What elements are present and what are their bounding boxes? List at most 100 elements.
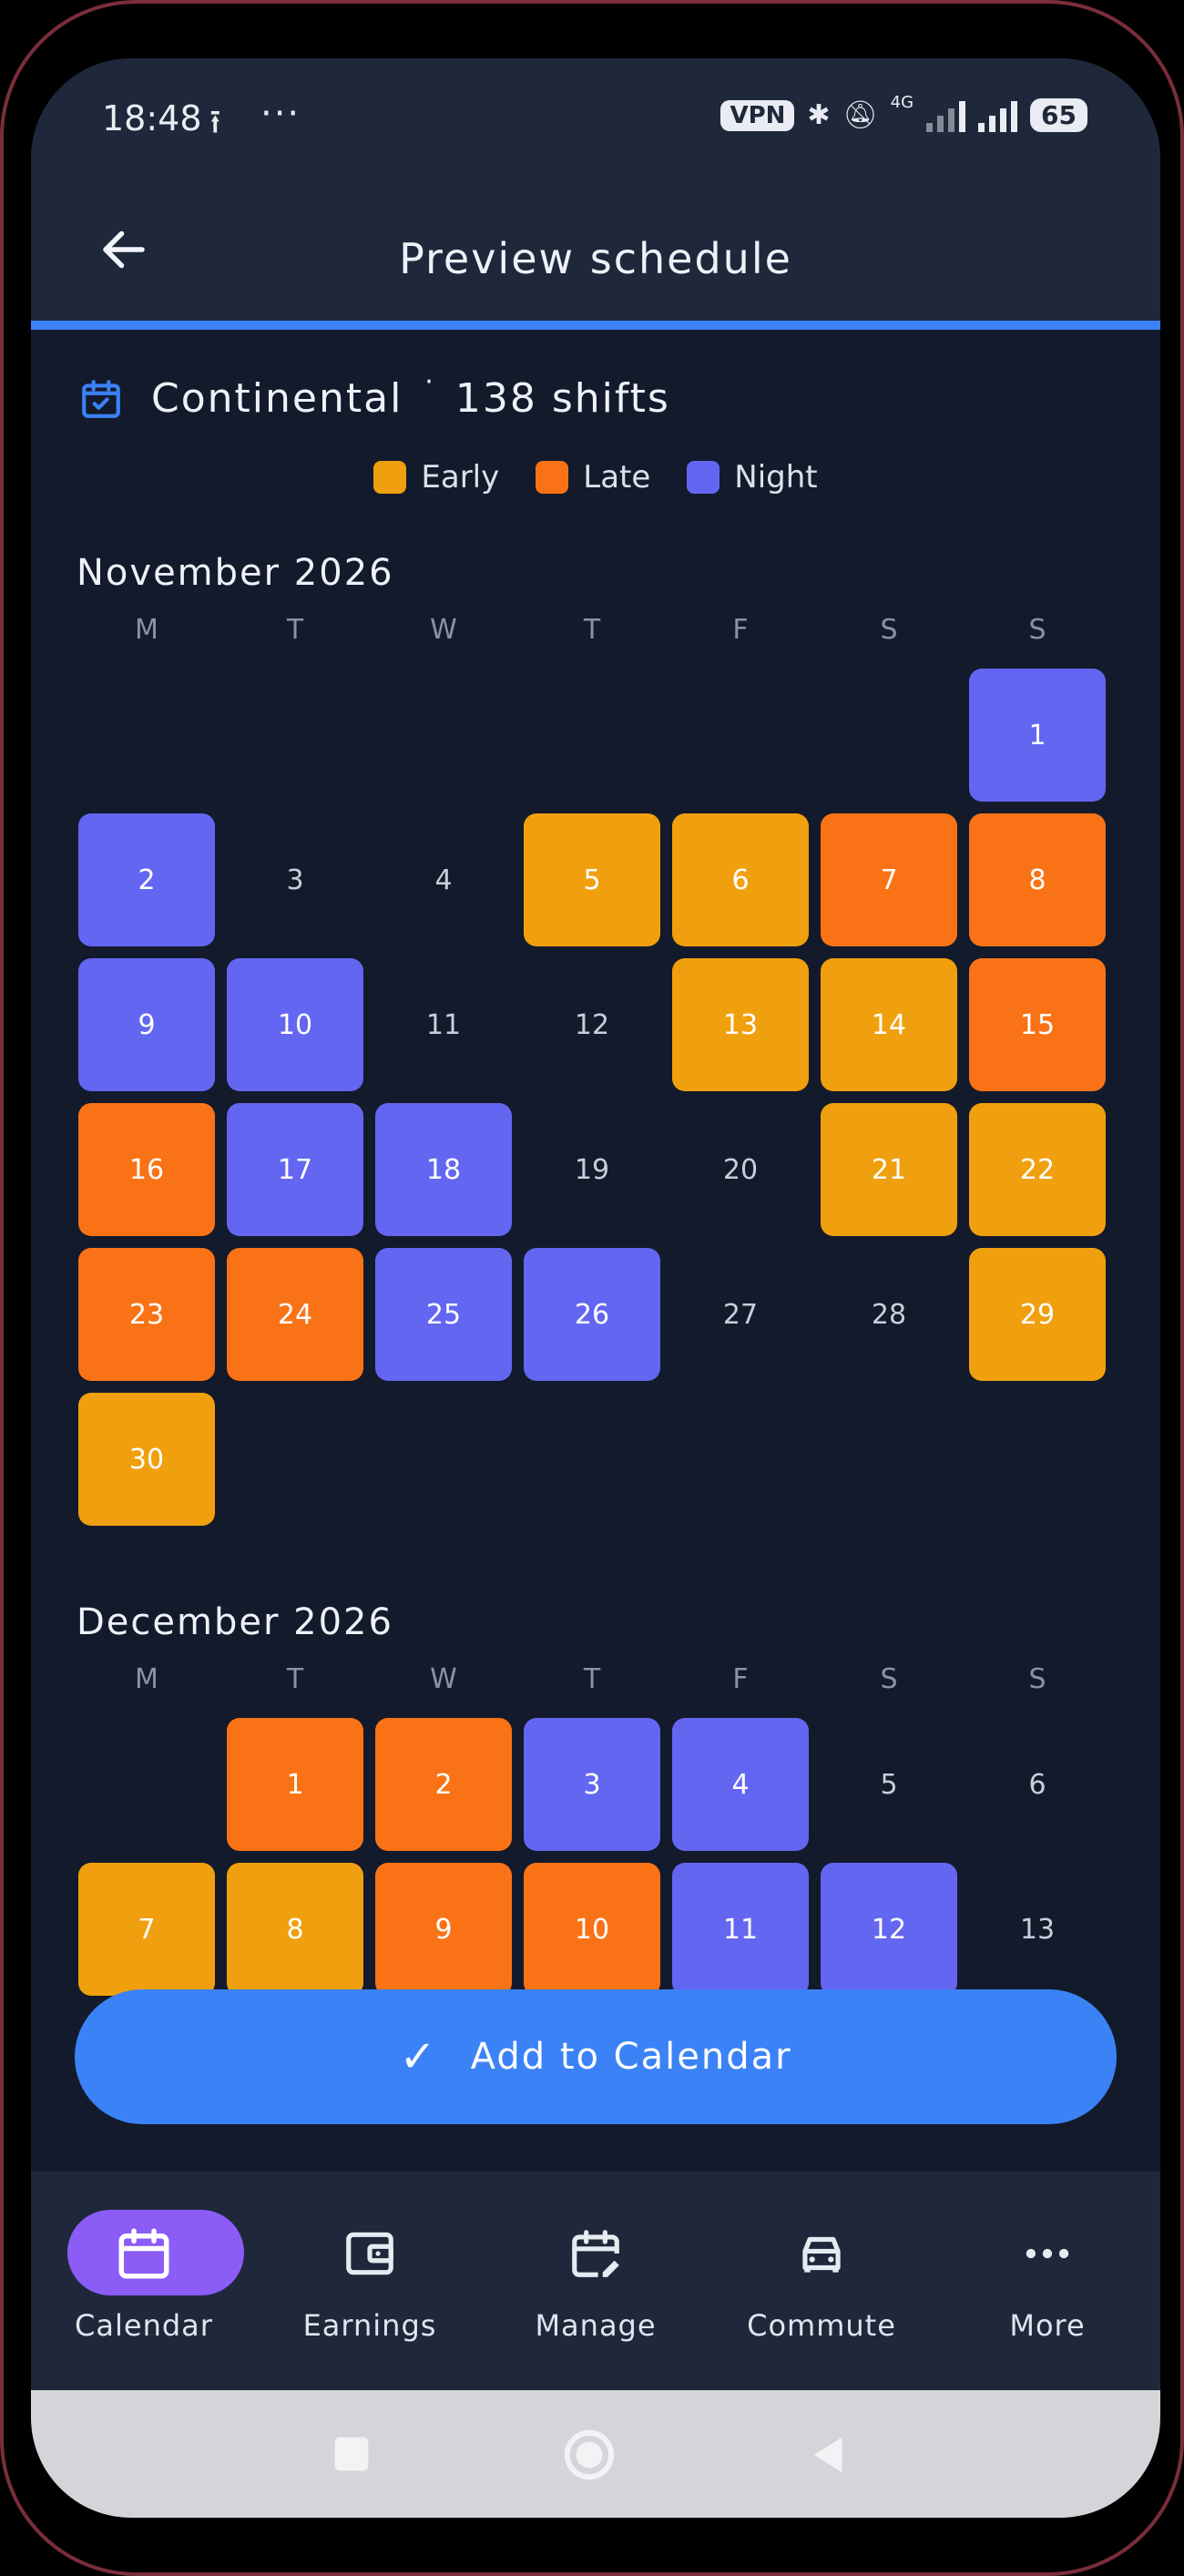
calendar-check-icon bbox=[82, 379, 120, 418]
calendar-day[interactable]: 30 bbox=[78, 1393, 215, 1526]
calendar-day[interactable]: 24 bbox=[227, 1248, 363, 1381]
progress-accent-bar bbox=[31, 321, 1160, 330]
bell-off-icon: 🔕︎ bbox=[842, 99, 878, 131]
nav-item-earnings[interactable]: Earnings bbox=[257, 2172, 483, 2390]
weekday-label: F bbox=[732, 614, 749, 646]
signal-icon-2 bbox=[978, 99, 1018, 132]
calendar-icon bbox=[31, 2217, 257, 2290]
calendar-day[interactable]: 4 bbox=[375, 813, 512, 946]
nav-item-more[interactable]: More bbox=[934, 2172, 1160, 2390]
legend-swatch-early bbox=[373, 461, 407, 494]
nav-item-calendar[interactable]: Calendar bbox=[31, 2172, 257, 2390]
calendar-day[interactable]: 28 bbox=[821, 1248, 957, 1381]
weekday-label: W bbox=[430, 614, 457, 646]
calendar-edit-icon bbox=[483, 2217, 709, 2290]
calendar-day[interactable]: 1 bbox=[969, 669, 1106, 802]
calendar-day[interactable]: 9 bbox=[375, 1863, 512, 1996]
add-to-calendar-label: Add to Calendar bbox=[470, 2036, 792, 2078]
weekday-label: S bbox=[880, 1663, 898, 1695]
calendar-day[interactable]: 12 bbox=[821, 1863, 957, 1996]
calendar-day[interactable]: 19 bbox=[524, 1103, 660, 1236]
legend-label: Late bbox=[583, 459, 651, 496]
calendar-day[interactable]: 10 bbox=[524, 1863, 660, 1996]
calendar-day[interactable]: 16 bbox=[78, 1103, 215, 1236]
calendar-day[interactable]: 5 bbox=[524, 813, 660, 946]
calendar-day[interactable]: 13 bbox=[969, 1863, 1106, 1996]
calendar-day[interactable]: 1 bbox=[227, 1718, 363, 1851]
calendar-day[interactable]: 2 bbox=[78, 813, 215, 946]
weekday-label: S bbox=[1028, 614, 1046, 646]
battery-icon: 65 bbox=[1030, 98, 1087, 132]
schedule-preview-scroll[interactable]: Continental · 138 shifts Early Late Nigh… bbox=[31, 330, 1160, 2026]
calendar-day[interactable]: 12 bbox=[524, 958, 660, 1091]
status-icons: VPN ✱ 🔕︎ 4G 65 bbox=[720, 93, 1087, 132]
upload-icon: ⭱ bbox=[209, 104, 221, 141]
calendar-day[interactable]: 3 bbox=[524, 1718, 660, 1851]
calendar-day[interactable]: 6 bbox=[969, 1718, 1106, 1851]
calendar-day[interactable]: 4 bbox=[672, 1718, 809, 1851]
calendar-day[interactable]: 11 bbox=[375, 958, 512, 1091]
weekday-label: T bbox=[286, 1663, 304, 1695]
weekday-label: F bbox=[732, 1663, 749, 1695]
calendar-day[interactable]: 2 bbox=[375, 1718, 512, 1851]
weekday-label: S bbox=[880, 614, 898, 646]
shift-legend: Early Late Night bbox=[31, 459, 1160, 496]
signal-icon-1 bbox=[926, 99, 966, 132]
legend-label: Early bbox=[421, 459, 500, 496]
page-title: Preview schedule bbox=[399, 234, 792, 283]
car-icon bbox=[709, 2217, 934, 2290]
calendar-day[interactable]: 11 bbox=[672, 1863, 809, 1996]
check-icon: ✓ bbox=[399, 2031, 438, 2082]
more-notifications-icon: ··· bbox=[260, 93, 301, 135]
circle-icon[interactable] bbox=[563, 2428, 616, 2481]
calendar-day[interactable]: 8 bbox=[227, 1863, 363, 1996]
calendar-day[interactable]: 14 bbox=[821, 958, 957, 1091]
month-title: November 2026 bbox=[77, 552, 394, 594]
nav-label: Calendar bbox=[75, 2308, 213, 2343]
bluetooth-icon: ✱ bbox=[807, 99, 831, 131]
legend-item-late: Late bbox=[536, 459, 650, 496]
calendar-day[interactable]: 9 bbox=[78, 958, 215, 1091]
separator-dot: · bbox=[424, 366, 434, 398]
nav-label: Commute bbox=[747, 2308, 896, 2343]
network-type: 4G bbox=[890, 93, 914, 112]
calendar-day[interactable]: 18 bbox=[375, 1103, 512, 1236]
calendar-day[interactable]: 13 bbox=[672, 958, 809, 1091]
calendar-day[interactable]: 25 bbox=[375, 1248, 512, 1381]
calendar-day[interactable]: 15 bbox=[969, 958, 1106, 1091]
month-title: December 2026 bbox=[77, 1601, 393, 1643]
calendar-day[interactable]: 8 bbox=[969, 813, 1106, 946]
more-horizontal-icon bbox=[934, 2217, 1160, 2290]
schedule-summary: Continental · 138 shifts bbox=[78, 366, 670, 422]
square-icon[interactable] bbox=[332, 2434, 372, 2474]
calendar-day[interactable]: 29 bbox=[969, 1248, 1106, 1381]
calendar-day[interactable]: 7 bbox=[78, 1863, 215, 1996]
calendar-day[interactable]: 20 bbox=[672, 1103, 809, 1236]
calendar-day[interactable]: 21 bbox=[821, 1103, 957, 1236]
calendar-day[interactable]: 27 bbox=[672, 1248, 809, 1381]
weekday-label: T bbox=[583, 1663, 601, 1695]
weekday-label: T bbox=[286, 614, 304, 646]
phone-frame: 18:48 ⭱ ··· VPN ✱ 🔕︎ 4G 65 Preview sched… bbox=[0, 0, 1184, 2576]
system-navigation-bar bbox=[31, 2390, 1160, 2518]
calendar-day[interactable]: 17 bbox=[227, 1103, 363, 1236]
header: Preview schedule bbox=[31, 213, 1160, 304]
nav-item-commute[interactable]: Commute bbox=[709, 2172, 934, 2390]
weekday-label: W bbox=[430, 1663, 457, 1695]
screen: 18:48 ⭱ ··· VPN ✱ 🔕︎ 4G 65 Preview sched… bbox=[31, 58, 1160, 2518]
calendar-day[interactable]: 5 bbox=[821, 1718, 957, 1851]
add-to-calendar-button[interactable]: ✓ Add to Calendar bbox=[75, 1989, 1117, 2124]
weekday-label: M bbox=[135, 614, 158, 646]
vpn-badge: VPN bbox=[720, 99, 795, 131]
calendar-day[interactable]: 10 bbox=[227, 958, 363, 1091]
back-triangle-icon[interactable] bbox=[807, 2432, 849, 2478]
calendar-day[interactable]: 3 bbox=[227, 813, 363, 946]
calendar-day[interactable]: 26 bbox=[524, 1248, 660, 1381]
calendar-day[interactable]: 7 bbox=[821, 813, 957, 946]
calendar-day[interactable]: 22 bbox=[969, 1103, 1106, 1236]
calendar-day[interactable]: 23 bbox=[78, 1248, 215, 1381]
nav-item-manage[interactable]: Manage bbox=[483, 2172, 709, 2390]
weekday-label: T bbox=[583, 614, 601, 646]
calendar-day[interactable]: 6 bbox=[672, 813, 809, 946]
legend-label: Night bbox=[734, 459, 818, 496]
